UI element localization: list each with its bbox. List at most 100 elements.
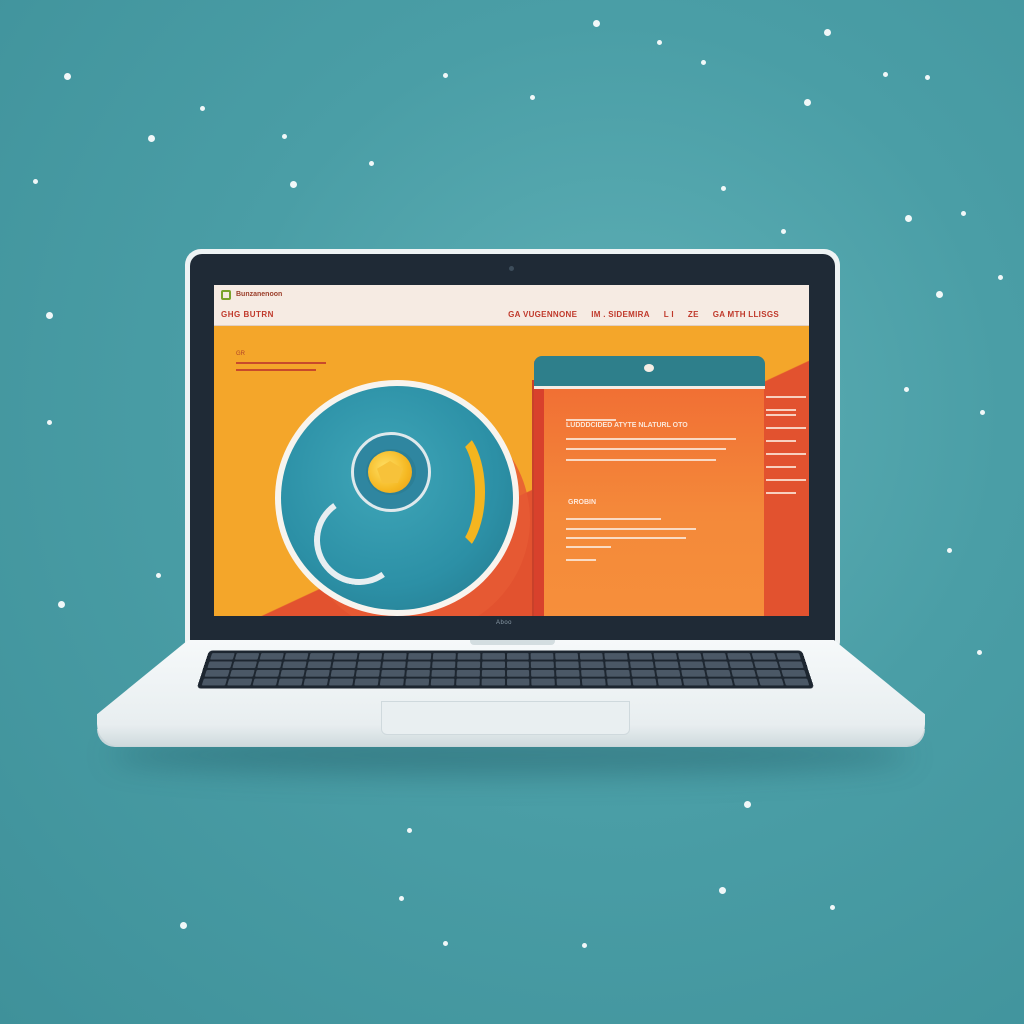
key[interactable] [259,653,284,660]
key[interactable] [204,669,230,677]
key[interactable] [758,678,784,686]
key[interactable] [630,661,655,669]
key[interactable] [751,653,777,660]
key[interactable] [481,678,505,686]
key[interactable] [604,653,629,660]
key[interactable] [506,661,530,669]
key[interactable] [679,661,704,669]
site-name[interactable]: GHG BUTRN [221,310,274,319]
key[interactable] [531,669,555,677]
key[interactable] [607,678,632,686]
key[interactable] [531,661,555,669]
key[interactable] [456,669,480,677]
key[interactable] [381,661,406,669]
key[interactable] [404,678,429,686]
key[interactable] [556,669,580,677]
logo-text[interactable]: Bunzanenoon [236,291,282,298]
key[interactable] [457,653,480,660]
key[interactable] [406,661,431,669]
key[interactable] [681,669,706,677]
key[interactable] [282,661,307,669]
key[interactable] [581,669,606,677]
key[interactable] [656,669,681,677]
key[interactable] [582,678,607,686]
key[interactable] [555,661,580,669]
key[interactable] [257,661,282,669]
key[interactable] [307,661,332,669]
key[interactable] [655,661,680,669]
key[interactable] [331,661,356,669]
key[interactable] [580,661,605,669]
trackpad[interactable] [381,701,630,735]
key[interactable] [606,669,631,677]
key[interactable] [778,661,804,669]
key[interactable] [430,678,455,686]
key[interactable] [432,653,456,660]
nav-item-2[interactable]: IM . SIDEMIRA [591,310,650,319]
key[interactable] [727,653,752,660]
key[interactable] [632,678,657,686]
key[interactable] [229,669,255,677]
key[interactable] [303,678,328,686]
key[interactable] [330,669,355,677]
key[interactable] [382,653,407,660]
key[interactable] [308,653,333,660]
key[interactable] [456,661,480,669]
key[interactable] [506,678,530,686]
key[interactable] [232,661,257,669]
key[interactable] [280,669,305,677]
key[interactable] [431,669,455,677]
key[interactable] [405,669,430,677]
key[interactable] [706,669,731,677]
nav-item-5[interactable]: GA MTH LLISGS [713,310,779,319]
key[interactable] [210,653,235,660]
keyboard[interactable] [196,650,815,689]
key[interactable] [683,678,708,686]
key[interactable] [754,661,779,669]
key[interactable] [531,678,556,686]
key[interactable] [481,669,505,677]
nav-item-1[interactable]: GA VUGENNONE [508,310,577,319]
key[interactable] [506,653,530,660]
key[interactable] [783,678,810,686]
key[interactable] [481,653,505,660]
key[interactable] [358,653,382,660]
key[interactable] [629,653,653,660]
key[interactable] [733,678,759,686]
key[interactable] [328,678,354,686]
key[interactable] [605,661,630,669]
key[interactable] [756,669,782,677]
key[interactable] [227,678,253,686]
key[interactable] [704,661,729,669]
key[interactable] [556,678,581,686]
key[interactable] [354,678,379,686]
key[interactable] [305,669,330,677]
key[interactable] [708,678,734,686]
key[interactable] [455,678,480,686]
key[interactable] [277,678,303,686]
key[interactable] [653,653,678,660]
logo-icon[interactable] [221,290,231,300]
nav-item-4[interactable]: ZE [688,310,699,319]
key[interactable] [254,669,280,677]
key[interactable] [407,653,431,660]
key[interactable] [580,653,604,660]
key[interactable] [481,661,505,669]
key[interactable] [234,653,260,660]
key[interactable] [431,661,455,669]
key[interactable] [702,653,727,660]
nav-item-3[interactable]: L I [664,310,674,319]
key[interactable] [776,653,801,660]
key[interactable] [284,653,309,660]
key[interactable] [678,653,703,660]
key[interactable] [356,661,381,669]
key[interactable] [631,669,656,677]
key[interactable] [201,678,228,686]
key[interactable] [379,678,404,686]
key[interactable] [781,669,807,677]
key[interactable] [657,678,683,686]
key[interactable] [207,661,233,669]
key[interactable] [333,653,358,660]
key[interactable] [380,669,405,677]
key[interactable] [252,678,278,686]
